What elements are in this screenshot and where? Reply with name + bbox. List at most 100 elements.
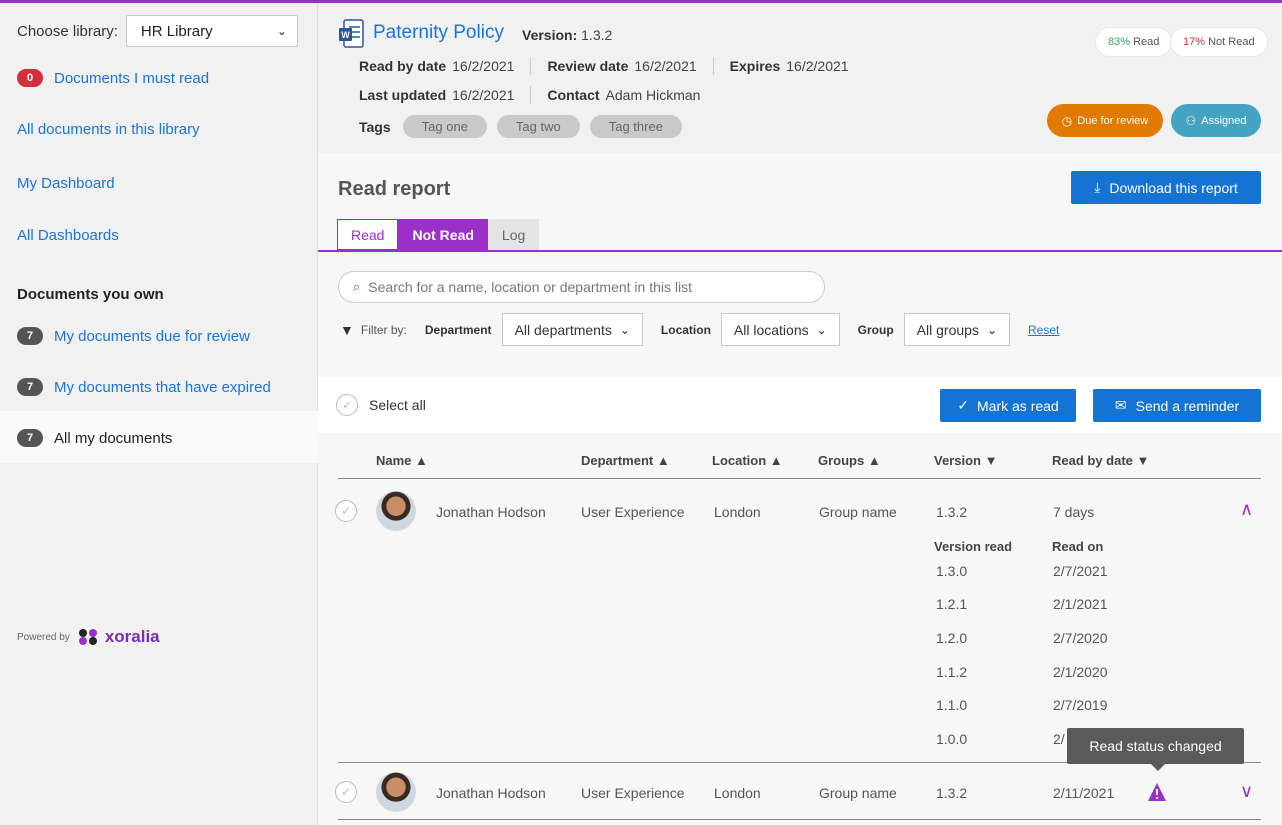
sidebar-item-all-my-documents[interactable]: 7 All my documents <box>17 429 172 447</box>
table-header-divider <box>338 478 1261 479</box>
due-for-review-badge: ◷ Due for review <box>1047 104 1163 137</box>
row-name: Jonathan Hodson <box>436 785 546 801</box>
sidebar-item-all-dashboards[interactable]: All Dashboards <box>17 227 119 244</box>
library-select-value: HR Library <box>140 22 213 40</box>
history-version: 1.3.0 <box>936 563 968 579</box>
warning-icon[interactable] <box>1147 782 1167 802</box>
read-word: Read <box>1133 36 1160 48</box>
location-filter-label: Location <box>660 322 711 337</box>
envelope-icon: ✉ <box>1114 397 1127 413</box>
department-filter-label: Department <box>424 322 492 337</box>
column-header-label: Name <box>376 453 412 468</box>
documents-you-own-heading: Documents you own <box>17 286 164 303</box>
search-input[interactable]: ⌕ Search for a name, location or departm… <box>338 271 825 303</box>
column-header-groups[interactable]: Groups ▲ <box>818 453 881 468</box>
tag-chip[interactable]: Tag two <box>496 115 580 138</box>
history-version: 1.2.1 <box>936 596 968 612</box>
send-reminder-button[interactable]: ✉ Send a reminder <box>1093 389 1261 422</box>
expired-count-badge: 7 <box>17 378 43 396</box>
tags-label: Tags <box>359 118 391 135</box>
document-dates-row: Read by date 16/2/2021 Review date 16/2/… <box>359 57 849 75</box>
column-header-read-by-date[interactable]: Read by date ▼ <box>1052 453 1149 468</box>
department-dropdown-value: All departments <box>514 321 612 338</box>
row-checkbox[interactable]: ✓ <box>335 781 357 803</box>
chevron-down-icon: ⌄ <box>276 24 287 38</box>
review-date-label: Review date <box>547 58 629 74</box>
history-version: 1.0.0 <box>936 731 968 747</box>
history-date: 2/7/2020 <box>1053 630 1108 646</box>
department-dropdown[interactable]: All departments ⌄ <box>501 313 643 346</box>
select-all[interactable]: ✓ Select all <box>336 394 426 416</box>
history-date: 2/7/2021 <box>1053 563 1108 579</box>
mark-as-read-button[interactable]: ✓ Mark as read <box>940 389 1076 422</box>
sidebar-item-due-for-review[interactable]: 7 My documents due for review <box>17 327 250 345</box>
sort-up-icon: ▲ <box>656 453 670 468</box>
not-read-percentage-badge: 17% Not Read <box>1170 27 1268 57</box>
download-report-button[interactable]: ⤓ Download this report <box>1071 171 1261 204</box>
review-date-value: 16/2/2021 <box>634 58 697 74</box>
people-icon: ⚇ <box>1185 113 1197 128</box>
sidebar-item-label: All my documents <box>54 429 173 447</box>
history-date: 2/1/2021 <box>1053 596 1108 612</box>
sidebar-item-must-read[interactable]: 0 Documents I must read <box>17 69 209 87</box>
tab-log[interactable]: Log <box>487 219 540 250</box>
select-all-checkbox[interactable]: ✓ <box>336 394 358 416</box>
column-header-name[interactable]: Name ▲ <box>376 453 428 468</box>
chevron-up-icon[interactable]: ∧ <box>1240 499 1253 520</box>
document-title-link[interactable]: Paternity Policy <box>373 22 504 44</box>
sidebar-item-all-documents[interactable]: All documents in this library <box>17 121 200 138</box>
svg-text:W: W <box>341 30 350 40</box>
location-dropdown[interactable]: All locations ⌄ <box>720 313 840 346</box>
document-version: Version: 1.3.2 <box>522 27 612 43</box>
avatar <box>376 491 416 531</box>
row-checkbox[interactable]: ✓ <box>335 500 357 522</box>
tag-chip[interactable]: Tag three <box>589 115 682 138</box>
column-header-department[interactable]: Department ▲ <box>581 453 670 468</box>
row-divider <box>338 819 1261 820</box>
read-by-label: Read by date <box>359 58 447 74</box>
filter-bar: ▼ Filter by: Department All departments … <box>340 313 1059 346</box>
tab-underline <box>318 250 1282 252</box>
tab-not-read[interactable]: Not Read <box>398 219 488 250</box>
mark-as-read-label: Mark as read <box>977 397 1059 414</box>
column-header-label: Groups <box>818 453 865 468</box>
tab-read[interactable]: Read <box>337 219 399 250</box>
avatar <box>376 772 416 812</box>
sidebar: Choose library: HR Library ⌄ 0 Documents… <box>0 3 318 825</box>
not-read-word: Not Read <box>1208 36 1255 48</box>
chevron-down-icon[interactable]: ∨ <box>1240 781 1253 802</box>
must-read-count-badge: 0 <box>17 69 43 87</box>
chevron-down-icon: ⌄ <box>986 322 997 337</box>
column-header-label: Location <box>712 453 767 468</box>
version-label: Version: <box>522 27 578 43</box>
history-date: 2/7/2019 <box>1053 697 1108 713</box>
filter-icon: ▼ <box>340 321 354 338</box>
column-header-location[interactable]: Location ▲ <box>712 453 783 468</box>
history-date: 2/ <box>1053 731 1065 747</box>
reset-filters-link[interactable]: Reset <box>1028 323 1059 337</box>
clock-icon: ◷ <box>1061 113 1073 128</box>
library-chooser: Choose library: HR Library ⌄ <box>17 15 298 47</box>
read-percentage-badge: 83% Read <box>1095 27 1173 57</box>
page-title: Read report <box>338 178 451 200</box>
history-version: 1.2.0 <box>936 630 968 646</box>
group-dropdown-value: All groups <box>916 321 979 338</box>
group-dropdown[interactable]: All groups ⌄ <box>903 313 1010 346</box>
tag-chip[interactable]: Tag one <box>402 115 487 138</box>
contact-value: Adam Hickman <box>605 87 701 103</box>
sidebar-item-label: My documents that have expired <box>54 378 271 396</box>
document-header: W Paternity Policy Version: 1.3.2 Read b… <box>318 3 1282 153</box>
row-version: 1.3.2 <box>936 785 968 801</box>
library-select[interactable]: HR Library ⌄ <box>125 15 298 47</box>
row-read-by: 7 days <box>1053 504 1095 520</box>
row-group: Group name <box>819 504 897 520</box>
sidebar-item-my-dashboard[interactable]: My Dashboard <box>17 175 115 192</box>
column-header-version[interactable]: Version ▼ <box>934 453 997 468</box>
contact-label: Contact <box>547 87 600 103</box>
tags-row: Tags Tag one Tag two Tag three <box>359 115 692 138</box>
row-location: London <box>714 785 761 801</box>
sidebar-item-expired[interactable]: 7 My documents that have expired <box>17 378 271 396</box>
download-label: Download this report <box>1109 179 1238 196</box>
row-name: Jonathan Hodson <box>436 504 546 520</box>
sidebar-item-label: Documents I must read <box>54 69 210 87</box>
